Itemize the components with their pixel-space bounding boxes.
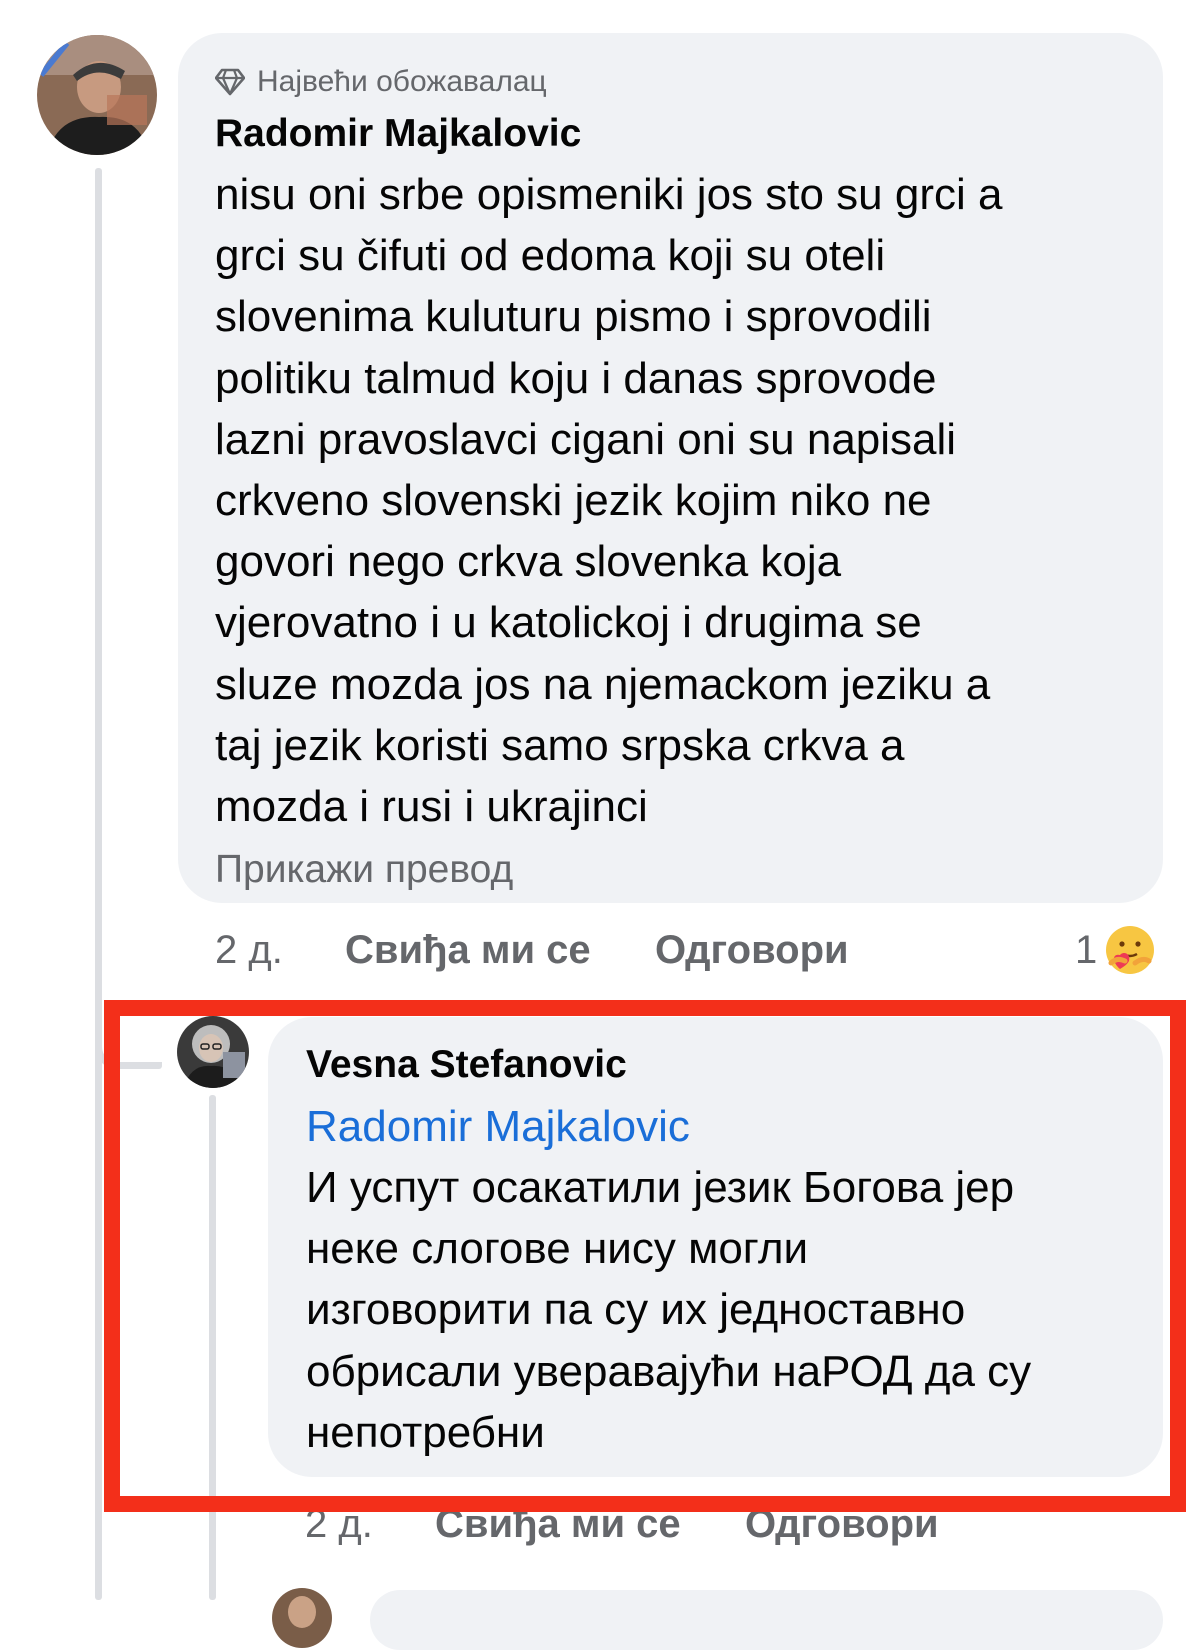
reaction-count: 1 xyxy=(1075,927,1098,972)
badge-label: Највећи обожавалац xyxy=(257,65,547,98)
reply-button[interactable]: Одговори xyxy=(655,928,849,973)
next-comment-bubble xyxy=(370,1590,1163,1650)
comment-bubble: Највећи обожавалац Radomir Majkalovic ni… xyxy=(178,33,1163,903)
avatar-photo-icon xyxy=(272,1588,332,1648)
diamond-icon xyxy=(215,68,245,96)
like-button[interactable]: Свиђа ми се xyxy=(345,928,655,973)
reaction-summary[interactable]: 1 xyxy=(1075,920,1157,980)
comment-timestamp[interactable]: 2 д. xyxy=(215,928,345,973)
care-emoji-icon xyxy=(1106,926,1155,974)
avatar[interactable] xyxy=(37,35,157,155)
thread-line xyxy=(95,168,102,1600)
comment-text: nisu oni srbe opismeniki jos sto su grci… xyxy=(215,170,1003,832)
avatar-photo-icon xyxy=(37,35,157,155)
highlight-frame xyxy=(104,1000,1186,1512)
comment-actions: 2 д. Свиђа ми се Одговори xyxy=(215,920,849,980)
see-translation-link[interactable]: Прикажи превод xyxy=(215,843,1127,897)
top-fan-badge: Највећи обожавалац xyxy=(215,60,1127,104)
comment-author[interactable]: Radomir Majkalovic xyxy=(215,110,1127,158)
avatar[interactable] xyxy=(272,1588,332,1648)
